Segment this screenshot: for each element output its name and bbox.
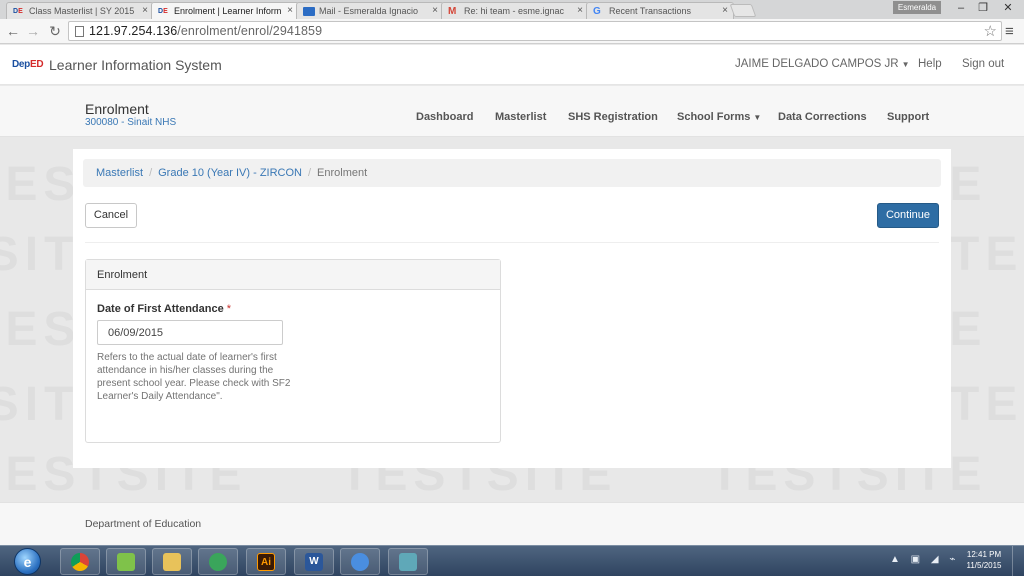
ie-icon[interactable]: e	[14, 548, 41, 575]
explorer-taskbar-button[interactable]	[106, 548, 146, 575]
illustrator-icon: Ai	[257, 553, 275, 571]
school-label: 300080 - Sinait NHS	[85, 117, 177, 128]
caret-down-icon: ▼	[901, 60, 910, 69]
watermark: TESTSITE	[950, 378, 1024, 431]
blue-app-taskbar-button[interactable]	[340, 548, 380, 575]
green-app-taskbar-button[interactable]	[198, 548, 238, 575]
blue-app-icon	[351, 553, 369, 571]
date-first-attendance-label: Date of First Attendance *	[97, 303, 232, 315]
browser-tab[interactable]: Mail - Esmeralda Ignacio ×	[296, 2, 444, 19]
nav-dashboard[interactable]: Dashboard	[416, 111, 473, 123]
help-link[interactable]: Help	[918, 58, 942, 70]
user-menu[interactable]: JAIME DELGADO CAMPOS JR ▼	[735, 58, 910, 70]
tab-title: Mail - Esmeralda Ignacio	[319, 6, 419, 16]
folder-taskbar-button[interactable]	[152, 548, 192, 575]
browser-tab[interactable]: M Re: hi team - esme.ignac ×	[441, 2, 589, 19]
nav-school-forms[interactable]: School Forms ▼	[677, 111, 761, 123]
browser-tab-active[interactable]: DE Enrolment | Learner Inform ×	[151, 2, 299, 19]
caret-down-icon: ▼	[753, 113, 762, 122]
url-text[interactable]: 121.97.254.136/enrolment/enrol/2941859	[89, 24, 322, 38]
sub-navigation: Enrolment 300080 - Sinait NHS Dashboard …	[0, 86, 1024, 137]
browser-toolbar: ← → ↻ 121.97.254.136/enrolment/enrol/294…	[0, 19, 1024, 44]
nav-data-corrections[interactable]: Data Corrections	[778, 111, 867, 123]
close-tab-icon[interactable]: ×	[432, 5, 438, 16]
main-panel: Masterlist / Grade 10 (Year IV) - ZIRCON / E…	[73, 149, 951, 468]
google-favicon-icon: G	[593, 6, 601, 17]
watermark: TESTSITE	[950, 228, 1024, 281]
tab-title: Class Masterlist | SY 2015	[29, 6, 135, 16]
restore-icon[interactable]: ❐	[972, 0, 994, 16]
nav-shs-registration[interactable]: SHS Registration	[568, 111, 658, 123]
show-desktop-button[interactable]	[1012, 546, 1024, 576]
teal-app-icon	[399, 553, 417, 571]
sign-out-link[interactable]: Sign out	[962, 58, 1004, 70]
tab-title: Re: hi team - esme.ignac	[464, 6, 565, 16]
browser-tab[interactable]: G Recent Transactions ×	[586, 2, 734, 19]
bookmark-star-icon[interactable]: ☆	[984, 22, 997, 40]
word-icon: W	[305, 553, 323, 571]
browser-tab[interactable]: DE Class Masterlist | SY 2015 ×	[6, 2, 154, 19]
word-taskbar-button[interactable]: W	[294, 548, 334, 575]
close-tab-icon[interactable]: ×	[577, 5, 583, 16]
browser-menu-icon[interactable]: ≡	[1005, 23, 1014, 40]
breadcrumb: Masterlist / Grade 10 (Year IV) - ZIRCON / E…	[83, 159, 941, 187]
enrolment-card: Enrolment Date of First Attendance * Ref…	[85, 259, 501, 443]
deped-logo[interactable]: DepED	[12, 59, 44, 70]
required-marker: *	[226, 303, 232, 315]
gmail-favicon-icon: M	[448, 6, 457, 17]
deped-favicon-icon: DE	[158, 8, 168, 15]
breadcrumb-separator: /	[307, 167, 312, 179]
close-tab-icon[interactable]: ×	[287, 5, 293, 16]
tab-title: Recent Transactions	[609, 6, 692, 16]
app-header: DepED Learner Information System JAIME D…	[0, 45, 1024, 85]
mail-favicon-icon	[303, 7, 315, 16]
browser-tab-strip: DE Class Masterlist | SY 2015 × DE Enrol…	[0, 0, 1024, 19]
nav-masterlist[interactable]: Masterlist	[495, 111, 546, 123]
tab-title: Enrolment | Learner Inform	[174, 6, 282, 16]
close-tab-icon[interactable]: ×	[722, 5, 728, 16]
page-icon	[75, 26, 84, 37]
deped-favicon-icon: DE	[13, 8, 23, 15]
nav-support[interactable]: Support	[887, 111, 929, 123]
back-arrow-icon[interactable]: ←	[4, 22, 22, 40]
system-tray[interactable]: ▲ ▣ ◢ ⌁	[890, 554, 959, 565]
forward-arrow-icon[interactable]: →	[24, 22, 42, 40]
field-help-text: Refers to the actual date of learner's f…	[97, 352, 291, 402]
address-bar[interactable]: 121.97.254.136/enrolment/enrol/2941859 ☆	[68, 21, 1002, 41]
breadcrumb-separator: /	[149, 167, 153, 179]
taskbar-clock[interactable]: 12:41 PM 11/5/2015	[962, 549, 1006, 571]
green-app-icon	[209, 553, 227, 571]
minimize-icon[interactable]: –	[950, 0, 972, 16]
new-tab-button[interactable]	[729, 4, 757, 17]
chrome-taskbar-button[interactable]	[60, 548, 100, 575]
section-title: Enrolment	[85, 101, 149, 117]
file-explorer-icon	[117, 553, 135, 571]
app-title[interactable]: Learner Information System	[49, 57, 222, 73]
folder-icon	[163, 553, 181, 571]
card-title: Enrolment	[86, 260, 500, 290]
breadcrumb-current: Enrolment	[317, 167, 368, 179]
teal-app-taskbar-button[interactable]	[388, 548, 428, 575]
cancel-button[interactable]: Cancel	[85, 203, 137, 228]
reload-icon[interactable]: ↻	[46, 22, 64, 40]
close-tab-icon[interactable]: ×	[142, 5, 148, 16]
divider	[85, 242, 939, 243]
breadcrumb-masterlist[interactable]: Masterlist	[96, 167, 143, 179]
breadcrumb-section[interactable]: Grade 10 (Year IV) - ZIRCON	[158, 167, 302, 179]
chrome-icon	[71, 553, 89, 571]
footer-text: Department of Education	[85, 518, 202, 530]
windows-taskbar: e Ai W ▲ ▣ ◢ ⌁ 12:41 PM 11/5/2015	[0, 545, 1024, 576]
page-footer: Department of Education	[0, 502, 1024, 545]
continue-button[interactable]: Continue	[877, 203, 939, 228]
profile-badge[interactable]: Esmeralda	[893, 1, 941, 14]
close-window-icon[interactable]: ✕	[994, 0, 1022, 16]
date-first-attendance-input[interactable]	[97, 320, 283, 345]
illustrator-taskbar-button[interactable]: Ai	[246, 548, 286, 575]
